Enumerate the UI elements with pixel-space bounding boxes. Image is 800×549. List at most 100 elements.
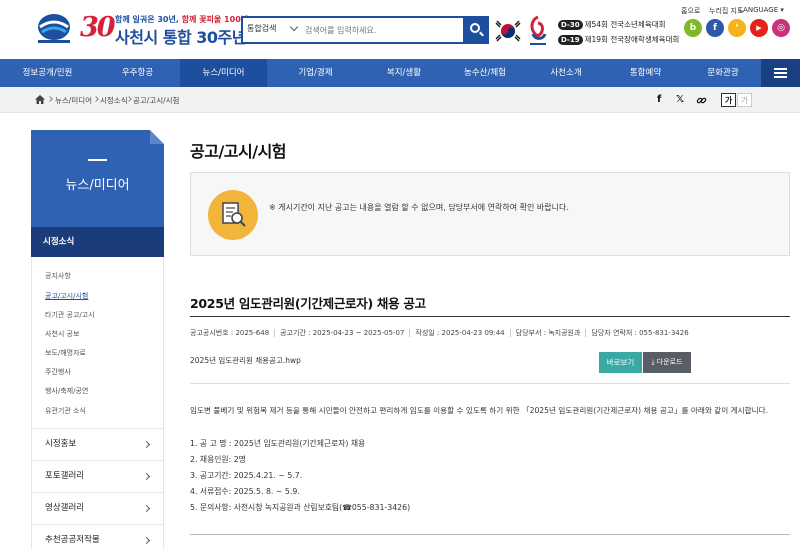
sidebar-category[interactable]: 시정홍보 (31, 429, 164, 461)
search-category-select[interactable]: 통합검색 (247, 23, 276, 34)
chevron-down-icon[interactable] (289, 22, 299, 32)
sidebar-category-label: 영상갤러리 (45, 503, 85, 513)
sidebar-category-label: 시정홍보 (45, 439, 77, 449)
notice-box: ※ 게시기간이 지난 공고는 내용을 열람 할 수 없으며, 담당부서에 연락하… (190, 172, 790, 256)
gnb-item[interactable]: 우주항공 (95, 59, 180, 87)
notice-text: ※ 게시기간이 지난 공고는 내용을 열람 할 수 없으며, 담당부서에 연락하… (269, 203, 569, 212)
meta-contact: 담당자 연락처 : 055-831-3426 (591, 329, 689, 337)
hamburger-icon (774, 76, 787, 78)
post-item: 4. 서류접수: 2025.5. 8. ~ 5.9. (190, 487, 300, 496)
facebook-share-icon[interactable]: f (657, 94, 661, 105)
post-item: 3. 공고기간: 2025.4.21. ~ 5.7. (190, 471, 303, 480)
gnb-item[interactable]: 정보공개/민원 (0, 59, 95, 87)
chevron-right-icon (47, 96, 53, 102)
divider (190, 534, 790, 535)
gnb-item[interactable]: 통합예약 (606, 59, 685, 87)
divider (190, 383, 790, 384)
chevron-right-icon (142, 536, 151, 545)
sidebar-link[interactable]: 행사/축제/공연 (45, 386, 88, 396)
page-title: 공고/고시/시험 (190, 142, 287, 161)
title-dash-decoration (88, 159, 107, 161)
dday-row-2[interactable]: D-19 제19회 전국장애학생체육대회 (558, 34, 679, 45)
gnb-item[interactable]: 복지/생활 (364, 59, 444, 87)
sidebar-sublist: 공지사항 공고/고시/시험 타기관 공고/고시 사천시 공보 보도/해명자료 주… (31, 257, 164, 429)
search-icon-handle (479, 31, 484, 37)
language-label: LANGUAGE (739, 6, 779, 14)
sidebar-link[interactable]: 보도/해명자료 (45, 348, 86, 358)
sidebar-link-active[interactable]: 공고/고시/시험 (45, 291, 88, 301)
post-item: 2. 채용인원: 2명 (190, 455, 246, 464)
home-icon[interactable] (35, 95, 45, 104)
search-box: 통합검색 (241, 16, 463, 44)
font-size-default-button[interactable]: 가 (721, 93, 736, 107)
chevron-right-icon (142, 504, 151, 513)
sidebar-category-label: 추천공공저작물 (45, 535, 100, 545)
download-button[interactable]: ⤓ 다운로드 (643, 352, 691, 373)
dday-badge: D-30 (558, 19, 583, 30)
download-label: 다운로드 (656, 358, 683, 366)
site-header: 30 함께 일궈온 30년, 함께 꽃피울 100년! 사천시 통합 30주년 … (0, 0, 800, 59)
post-item: 1. 공 고 명 : 2025년 임도관리원(기간제근로자) 채용 (190, 439, 366, 448)
search-input[interactable] (305, 22, 455, 38)
facebook-icon[interactable]: f (706, 19, 724, 37)
main-navigation: 정보공개/민원 우주항공 뉴스/미디어 기업/경제 복지/생활 농수산/체험 사… (0, 59, 800, 87)
instagram-icon[interactable]: ◎ (772, 19, 790, 37)
chevron-right-icon (142, 440, 151, 449)
all-menu-button[interactable] (761, 59, 800, 87)
sidebar-title: 뉴스/미디어 (65, 178, 130, 193)
sidebar-section-title[interactable]: 시정소식 (31, 227, 164, 257)
sidebar-category[interactable]: 포토갤러리 (31, 461, 164, 493)
gnb-item[interactable]: 기업/경제 (267, 59, 364, 87)
youtube-icon[interactable]: ▶ (750, 19, 768, 37)
sidebar-category-label: 포토갤러리 (45, 471, 85, 481)
document-search-icon (208, 190, 258, 240)
sidebar-category[interactable]: 추천공공저작물 (31, 525, 164, 549)
dday-event: 제19회 전국장애학생체육대회 (584, 35, 680, 44)
sidebar-link[interactable]: 타기관 공고/고시 (45, 310, 95, 320)
sacheon-logo-icon[interactable] (34, 12, 74, 46)
sidebar-header: 뉴스/미디어 (31, 130, 164, 227)
gnb-item[interactable]: 문화관광 (685, 59, 761, 87)
breadcrumb: 뉴스/미디어 시정소식 공고/고시/시험 f 𝕏 가 가 (0, 87, 800, 113)
search-button[interactable] (463, 16, 489, 44)
sidebar-link[interactable]: 유관기관 소식 (45, 406, 86, 416)
sidebar-category[interactable]: 영상갤러리 (31, 493, 164, 525)
dday-badge: D-19 (558, 34, 583, 45)
meta-period: 공고기간 : 2025-04-23 ~ 2025-05-07 (280, 329, 405, 337)
dday-event: 제54회 전국소년체육대회 (584, 20, 666, 29)
gnb-item[interactable]: 사천소개 (526, 59, 606, 87)
sidebar-link[interactable]: 공지사항 (45, 271, 71, 281)
link-copy-icon[interactable] (696, 95, 707, 106)
language-select[interactable]: LANGUAGE ▾ (739, 6, 784, 14)
preview-button[interactable]: 바로보기 (599, 352, 642, 373)
post-meta: 공고공시번호 : 2025-648 공고기간 : 2025-04-23 ~ 20… (190, 328, 689, 338)
blog-icon[interactable]: b (684, 19, 702, 37)
sports-festival-emblem-icon[interactable] (527, 14, 549, 48)
divider (190, 316, 790, 317)
post-title: 2025년 임도관리원(기간제근로자) 채용 공고 (190, 296, 426, 311)
dday-row-1[interactable]: D-30 제54회 전국소년체육대회 (558, 19, 666, 30)
logo-30-years: 30 (80, 12, 116, 43)
home-link[interactable]: 홈으로 (681, 6, 700, 16)
post-intro: 임도변 풀베기 및 위험목 제거 등을 통해 시민들이 안전하고 편리하게 임도… (190, 406, 769, 415)
breadcrumb-item[interactable]: 시정소식 (100, 95, 128, 106)
sidebar-link[interactable]: 사천시 공보 (45, 329, 79, 339)
breadcrumb-item[interactable]: 뉴스/미디어 (55, 95, 92, 106)
hamburger-icon (774, 68, 787, 70)
post-item: 5. 문의사항: 사천시청 녹지공원과 산림보호팀(☎055-831-3426) (190, 503, 411, 512)
gnb-item-active[interactable]: 뉴스/미디어 (180, 59, 267, 87)
breadcrumb-item[interactable]: 공고/고시/시험 (133, 95, 179, 106)
hamburger-icon (774, 72, 787, 74)
attachment-file-name[interactable]: 2025년 임도관리원 채용공고.hwp (190, 355, 301, 366)
sidebar-link[interactable]: 주간행사 (45, 367, 71, 377)
meta-date: 작성일 : 2025-04-23 09:44 (415, 329, 505, 337)
meta-department: 담당부서 : 녹지공원과 (515, 329, 581, 337)
gnb-item[interactable]: 농수산/체험 (444, 59, 526, 87)
chevron-right-icon (142, 472, 151, 481)
taegeukgi-icon (495, 18, 521, 44)
font-size-large-button[interactable]: 가 (737, 93, 752, 107)
x-share-icon[interactable]: 𝕏 (676, 94, 684, 105)
logo-title[interactable]: 사천시 통합 30주년 (115, 24, 246, 48)
kakaostory-icon[interactable]: ❛ (728, 19, 746, 37)
document-search-glyph (222, 202, 246, 227)
